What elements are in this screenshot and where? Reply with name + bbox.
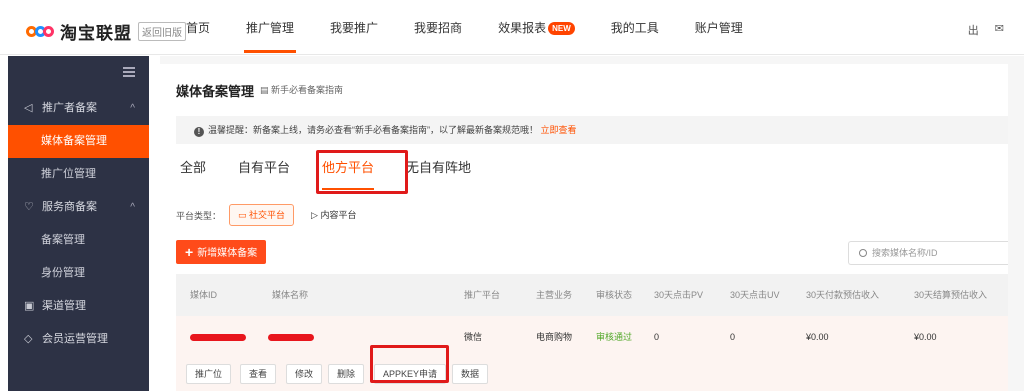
top-bar: 淘宝联盟 返回旧版 首页 推广管理 我要推广 我要招商 效果报表 NEW 我的工具… — [0, 0, 1024, 55]
search-icon — [859, 249, 867, 257]
col-pv: 30天点击PV — [654, 290, 704, 300]
sidebar-group-promoter-filing[interactable]: ◁ 推广者备案 ^ — [8, 92, 149, 125]
book-icon: ▤ — [260, 85, 272, 95]
table-row: 微信 电商购物 审核通过 0 0 ¥0.00 ¥0.00 — [176, 316, 1008, 358]
new-badge: NEW — [548, 22, 575, 36]
heart-icon: ♡ — [24, 201, 34, 213]
guide-link[interactable]: ▤ 新手必看备案指南 — [260, 83, 343, 96]
header-right: 出 ✉ — [968, 22, 1004, 38]
chip-social-platform[interactable]: ▭ 社交平台 — [229, 204, 295, 226]
logo-text: 淘宝联盟 — [60, 24, 132, 43]
chevron-up-icon: ^ — [130, 202, 135, 213]
sidebar-item-identity[interactable]: 身份管理 — [8, 257, 149, 290]
plus-icon: + — [185, 244, 194, 260]
sidebar-group-label: 会员运营管理 — [42, 333, 108, 345]
table-header: 媒体ID 媒体名称 推广平台 主营业务 审核状态 30天点击PV 30天点击UV… — [176, 274, 1008, 316]
menu-icon[interactable] — [123, 67, 135, 77]
mail-icon[interactable]: ✉ — [995, 22, 1004, 38]
cell-business: 电商购物 — [536, 332, 573, 342]
sidebar-group-label: 渠道管理 — [42, 300, 86, 312]
logout-icon[interactable]: 出 — [968, 22, 979, 38]
nav-promotion-management[interactable]: 推广管理 — [244, 0, 297, 55]
page-title: 媒体备案管理 — [176, 84, 255, 99]
adzone-button[interactable]: 推广位 — [186, 364, 232, 384]
row-actions: 推广位 查看 修改 删除 APPKEY申请 数据 — [176, 358, 1008, 391]
col-platform: 推广平台 — [464, 290, 501, 300]
cell-platform: 微信 — [464, 332, 483, 342]
nav-merchant[interactable]: 我要招商 — [414, 0, 462, 55]
nav-promote[interactable]: 我要推广 — [330, 0, 378, 55]
sidebar: ◁ 推广者备案 ^ 媒体备案管理 推广位管理 ♡ 服务商备案 ^ 备案管理 身份管理… — [8, 56, 149, 391]
col-media-name: 媒体名称 — [272, 290, 309, 300]
return-old-version-button[interactable]: 返回旧版 — [138, 22, 186, 41]
col-business: 主营业务 — [536, 290, 573, 300]
chip-label: 社交平台 — [249, 210, 286, 220]
guide-label: 新手必看备案指南 — [271, 85, 344, 95]
delete-button[interactable]: 删除 — [328, 364, 365, 384]
platform-type-label: 平台类型： — [176, 210, 222, 221]
logo[interactable]: 淘宝联盟 返回旧版 — [26, 19, 186, 44]
chip-content-platform[interactable]: ▷ 内容平台 — [302, 204, 365, 226]
nav-reports-label: 效果报表 — [498, 21, 547, 35]
nav-reports[interactable]: 效果报表 NEW — [498, 0, 575, 55]
sidebar-group-member[interactable]: ◇ 会员运营管理 — [8, 323, 149, 356]
diamond-icon: ◇ — [24, 333, 33, 345]
nav-tools[interactable]: 我的工具 — [611, 0, 659, 55]
nav-account[interactable]: 账户管理 — [695, 0, 743, 55]
search-placeholder: 搜索媒体名称/ID — [872, 248, 938, 258]
tip-banner: ! 温馨提醒：新备案上线，请务必查看“新手必看备案指南”，以了解最新备案规范哦！ … — [176, 116, 1008, 144]
redacted-media-name — [268, 334, 314, 341]
logo-icon — [26, 24, 54, 40]
edit-button[interactable]: 修改 — [286, 364, 323, 384]
add-button-label: 新增媒体备案 — [197, 248, 258, 259]
col-pay-income: 30天付款预估收入 — [806, 290, 880, 300]
search-input[interactable]: 搜索媒体名称/ID — [848, 241, 1008, 265]
tab-own-platform[interactable]: 自有平台 — [238, 156, 290, 196]
redacted-media-id — [190, 334, 246, 341]
tab-no-own-channel[interactable]: 无自有阵地 — [406, 156, 471, 196]
sidebar-group-label: 服务商备案 — [42, 201, 97, 213]
sidebar-toggle[interactable] — [8, 56, 149, 92]
cell-pay-income: ¥0.00 — [806, 332, 829, 342]
highlight-box-tab — [316, 150, 408, 194]
sidebar-group-provider-filing[interactable]: ♡ 服务商备案 ^ — [8, 191, 149, 224]
nav-home[interactable]: 首页 — [186, 0, 210, 55]
col-uv: 30天点击UV — [730, 290, 780, 300]
tab-all[interactable]: 全部 — [180, 156, 206, 196]
sidebar-item-filing[interactable]: 备案管理 — [8, 224, 149, 257]
info-icon: ! — [194, 127, 204, 137]
chat-icon: ▭ — [238, 210, 250, 220]
view-button[interactable]: 查看 — [240, 364, 277, 384]
main-panel: 媒体备案管理 ▤ 新手必看备案指南 ! 温馨提醒：新备案上线，请务必查看“新手必看… — [160, 64, 1008, 391]
sidebar-group-channel[interactable]: ▣ 渠道管理 — [8, 290, 149, 323]
add-media-filing-button[interactable]: + 新增媒体备案 — [176, 240, 267, 264]
main-nav: 首页 推广管理 我要推广 我要招商 效果报表 NEW 我的工具 账户管理 — [186, 0, 779, 55]
megaphone-icon: ◁ — [24, 102, 33, 114]
col-media-id: 媒体ID — [190, 290, 218, 300]
highlight-box-appkey — [370, 345, 449, 383]
tip-text: 温馨提醒：新备案上线，请务必查看“新手必看备案指南”，以了解最新备案规范哦！ — [208, 125, 538, 135]
sidebar-item-media-filing[interactable]: 媒体备案管理 — [8, 125, 149, 158]
sidebar-item-adzone[interactable]: 推广位管理 — [8, 158, 149, 191]
grid-icon: ▣ — [24, 300, 35, 312]
cell-uv: 0 — [730, 332, 736, 342]
chip-label: 内容平台 — [320, 210, 357, 220]
view-now-link[interactable]: 立即查看 — [541, 125, 577, 135]
chevron-up-icon: ^ — [130, 103, 135, 114]
content-area: 媒体备案管理 ▤ 新手必看备案指南 ! 温馨提醒：新备案上线，请务必查看“新手必看… — [160, 56, 1024, 391]
cell-pv: 0 — [654, 332, 660, 342]
data-button[interactable]: 数据 — [452, 364, 489, 384]
sidebar-group-label: 推广者备案 — [42, 102, 97, 114]
cell-status: 审核通过 — [596, 332, 633, 342]
platform-type-filter: 平台类型： ▭ 社交平台 ▷ 内容平台 — [176, 204, 365, 226]
col-status: 审核状态 — [596, 290, 633, 300]
col-settle-income: 30天结算预估收入 — [914, 290, 988, 300]
cell-settle-income: ¥0.00 — [914, 332, 937, 342]
